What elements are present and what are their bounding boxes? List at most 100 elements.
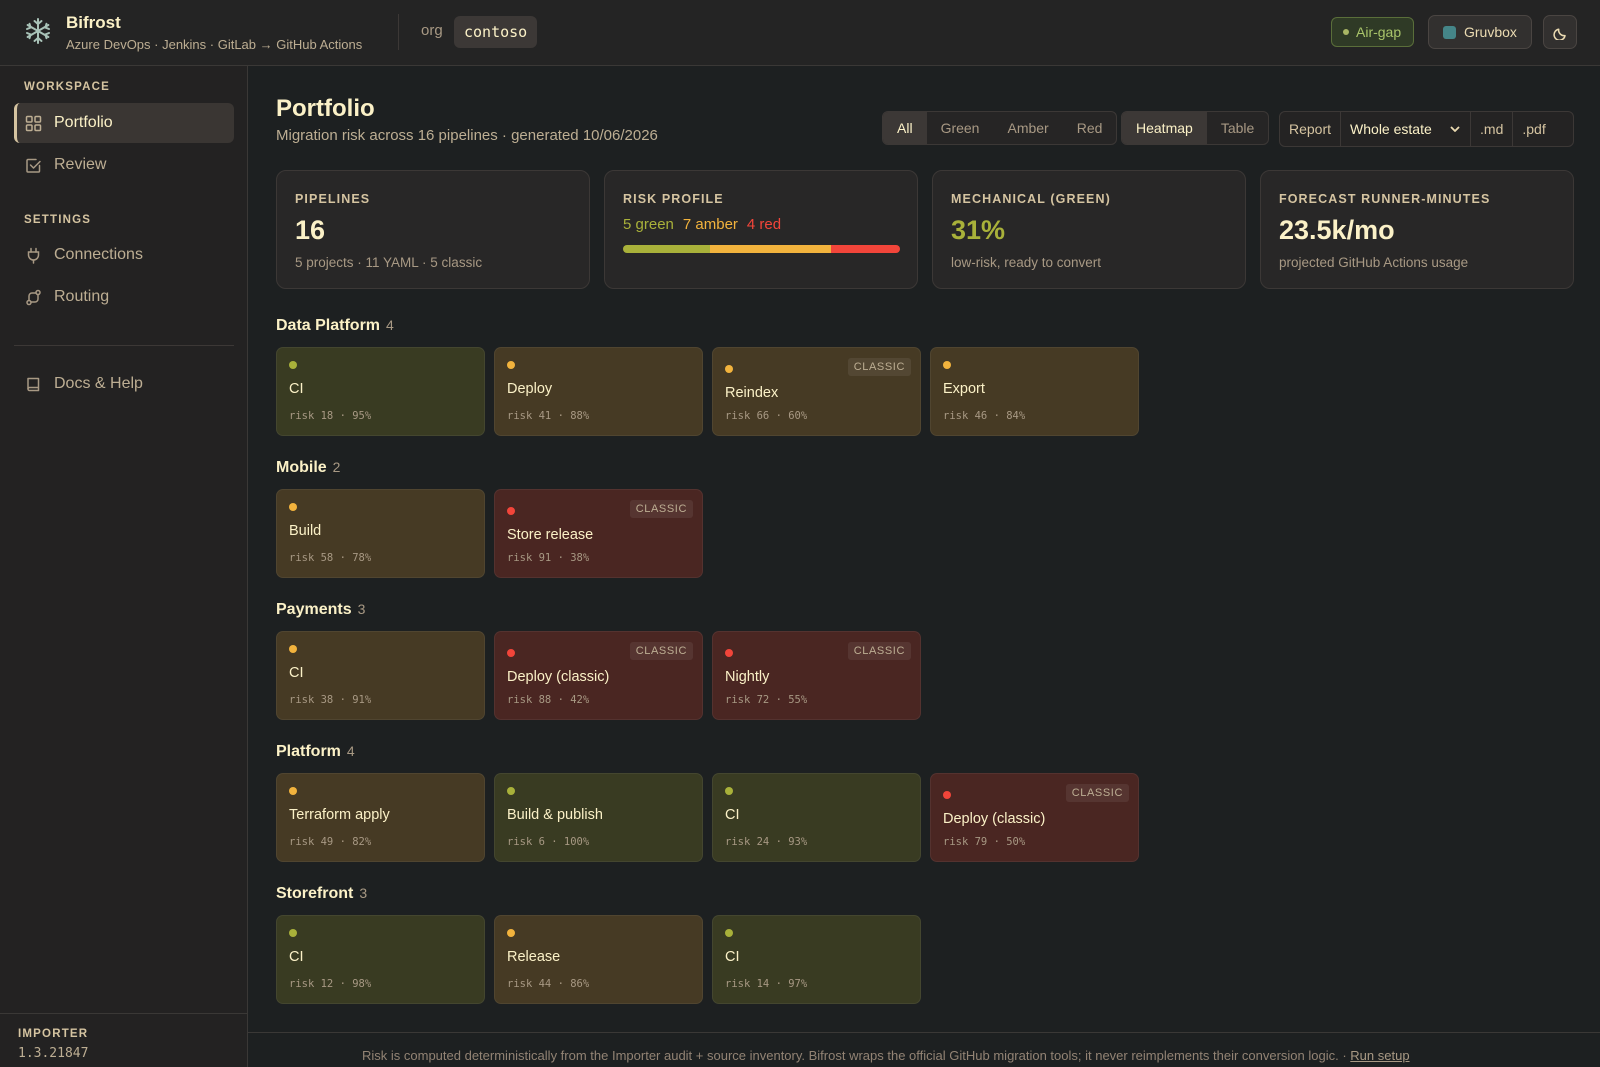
pipeline-tile[interactable]: Deploy risk 41 · 88% [494, 347, 703, 436]
pipeline-risk: risk 38 · 91% [289, 694, 372, 706]
checkbox-icon [26, 158, 41, 173]
pipeline-tile[interactable]: Build risk 58 · 78% [276, 489, 485, 578]
pipeline-risk: risk 46 · 84% [943, 410, 1026, 422]
report-label: Report [1280, 112, 1342, 146]
org-selector[interactable]: contoso [454, 16, 538, 48]
stat-value: 16 [295, 215, 326, 245]
view-table[interactable]: Table [1207, 112, 1268, 144]
theme-swatch-icon [1443, 25, 1456, 39]
pipeline-name: CI [725, 949, 740, 965]
group-title: Storefront 3 [276, 885, 367, 903]
pipeline-risk: risk 24 · 93% [725, 836, 808, 848]
pipeline-tile[interactable]: Terraform apply risk 49 · 82% [276, 773, 485, 862]
risk-dot-icon [725, 365, 733, 373]
pipeline-risk: risk 49 · 82% [289, 836, 372, 848]
pipeline-tile[interactable]: Deploy (classic) risk 79 · 50% CLASSIC [930, 773, 1139, 862]
group-count: 4 [346, 743, 355, 759]
stat-value: 31% [951, 215, 1006, 245]
sidebar-item-label: Portfolio [54, 114, 113, 131]
risk-dot-icon [507, 361, 515, 369]
sidebar-item-label: Connections [54, 246, 143, 263]
pipeline-tile[interactable]: CI risk 14 · 97% [712, 915, 921, 1004]
pipeline-tile[interactable]: CI risk 38 · 91% [276, 631, 485, 720]
filter-red[interactable]: Red [1063, 112, 1117, 144]
risk-green-count: 5 green [623, 216, 674, 233]
risk-dot-icon [725, 649, 733, 657]
filter-all[interactable]: All [883, 112, 927, 144]
stat-value: 23.5k/mo [1279, 215, 1395, 245]
stat-card-risk-profile: RISK PROFILE 5 green 7 amber 4 red [604, 170, 918, 289]
classic-badge: CLASSIC [629, 642, 693, 660]
filter-green[interactable]: Green [927, 112, 994, 144]
export-md-button[interactable]: .md [1471, 112, 1514, 146]
sidebar-item-portfolio[interactable]: Portfolio [14, 103, 234, 143]
risk-dot-icon [289, 361, 297, 369]
sidebar-item-review[interactable]: Review [14, 145, 234, 185]
sidebar: WORKSPACE Portfolio Review SETTINGS Conn… [0, 66, 248, 1067]
pipeline-tile[interactable]: Build & publish risk 6 · 100% [494, 773, 703, 862]
pipeline-tile[interactable]: Export risk 46 · 84% [930, 347, 1139, 436]
pipeline-tile[interactable]: Store release risk 91 · 38% CLASSIC [494, 489, 703, 578]
pipeline-tile[interactable]: Reindex risk 66 · 60% CLASSIC [712, 347, 921, 436]
plug-icon [27, 247, 40, 264]
pipeline-tile[interactable]: CI risk 18 · 95% [276, 347, 485, 436]
pipeline-tile[interactable]: CI risk 12 · 98% [276, 915, 485, 1004]
divider [398, 14, 399, 50]
sidebar-item-label: Docs & Help [54, 375, 143, 392]
pipeline-risk: risk 72 · 55% [725, 694, 808, 706]
group-title: Platform 4 [276, 743, 355, 761]
dark-mode-toggle-button[interactable] [1543, 15, 1577, 49]
run-setup-link[interactable]: Run setup [1350, 1048, 1409, 1063]
pipeline-name: Store release [507, 527, 594, 543]
route-icon [26, 289, 41, 305]
importer-version: 1.3.21847 [18, 1046, 89, 1061]
group-name: Mobile [276, 459, 327, 476]
pipeline-name: CI [725, 807, 740, 823]
pipeline-name: Reindex [725, 385, 779, 401]
group-count: 2 [332, 459, 341, 475]
stat-label: PIPELINES [295, 192, 371, 206]
pipeline-name: Build & publish [507, 807, 603, 823]
pipeline-risk: risk 14 · 97% [725, 978, 808, 990]
pipeline-tile[interactable]: CI risk 24 · 93% [712, 773, 921, 862]
view-heatmap[interactable]: Heatmap [1122, 112, 1207, 144]
page-title: Portfolio [276, 95, 375, 122]
stat-note: low-risk, ready to convert [951, 255, 1102, 270]
sidebar-item-connections[interactable]: Connections [14, 235, 234, 275]
footer-text: Risk is computed deterministically from … [362, 1048, 1347, 1063]
airgap-badge[interactable]: Air-gap [1331, 17, 1415, 47]
app-name: Bifrost [66, 13, 121, 32]
pipeline-name: Deploy [507, 381, 553, 397]
sidebar-item-docs[interactable]: Docs & Help [14, 364, 234, 404]
pipeline-tile[interactable]: Deploy (classic) risk 88 · 42% CLASSIC [494, 631, 703, 720]
filter-amber[interactable]: Amber [993, 112, 1062, 144]
group-name: Storefront [276, 885, 354, 902]
group-count: 3 [357, 601, 366, 617]
pipeline-risk: risk 79 · 50% [943, 836, 1026, 848]
org-label: org [421, 22, 443, 39]
snowflake-icon [26, 18, 50, 44]
risk-profile-bar [623, 245, 900, 253]
pipeline-risk: risk 41 · 88% [507, 410, 590, 422]
report-controls: Report Whole estate .md .pdf [1279, 111, 1574, 147]
settings-heading: SETTINGS [24, 214, 92, 226]
pipeline-risk: risk 12 · 98% [289, 978, 372, 990]
sidebar-item-routing[interactable]: Routing [14, 277, 234, 317]
pipeline-name: Nightly [725, 669, 770, 685]
classic-badge: CLASSIC [847, 358, 911, 376]
pipeline-name: Deploy (classic) [943, 811, 1046, 827]
status-dot-icon [1343, 29, 1349, 35]
pipeline-tile[interactable]: Release risk 44 · 86% [494, 915, 703, 1004]
divider [248, 1032, 1600, 1033]
report-scope-select[interactable]: Whole estate [1341, 112, 1472, 146]
export-pdf-button[interactable]: .pdf [1513, 112, 1554, 146]
sidebar-item-label: Routing [54, 288, 110, 305]
theme-selector-button[interactable]: Gruvbox [1428, 15, 1532, 49]
pipeline-tile[interactable]: Nightly risk 72 · 55% CLASSIC [712, 631, 921, 720]
view-tabs: Heatmap Table [1121, 111, 1270, 145]
group-name: Payments [276, 601, 352, 618]
risk-amber-count: 7 amber [682, 216, 738, 233]
report-scope-value: Whole estate [1350, 121, 1432, 137]
importer-label: IMPORTER [18, 1028, 89, 1040]
risk-red-count: 4 red [746, 216, 782, 233]
